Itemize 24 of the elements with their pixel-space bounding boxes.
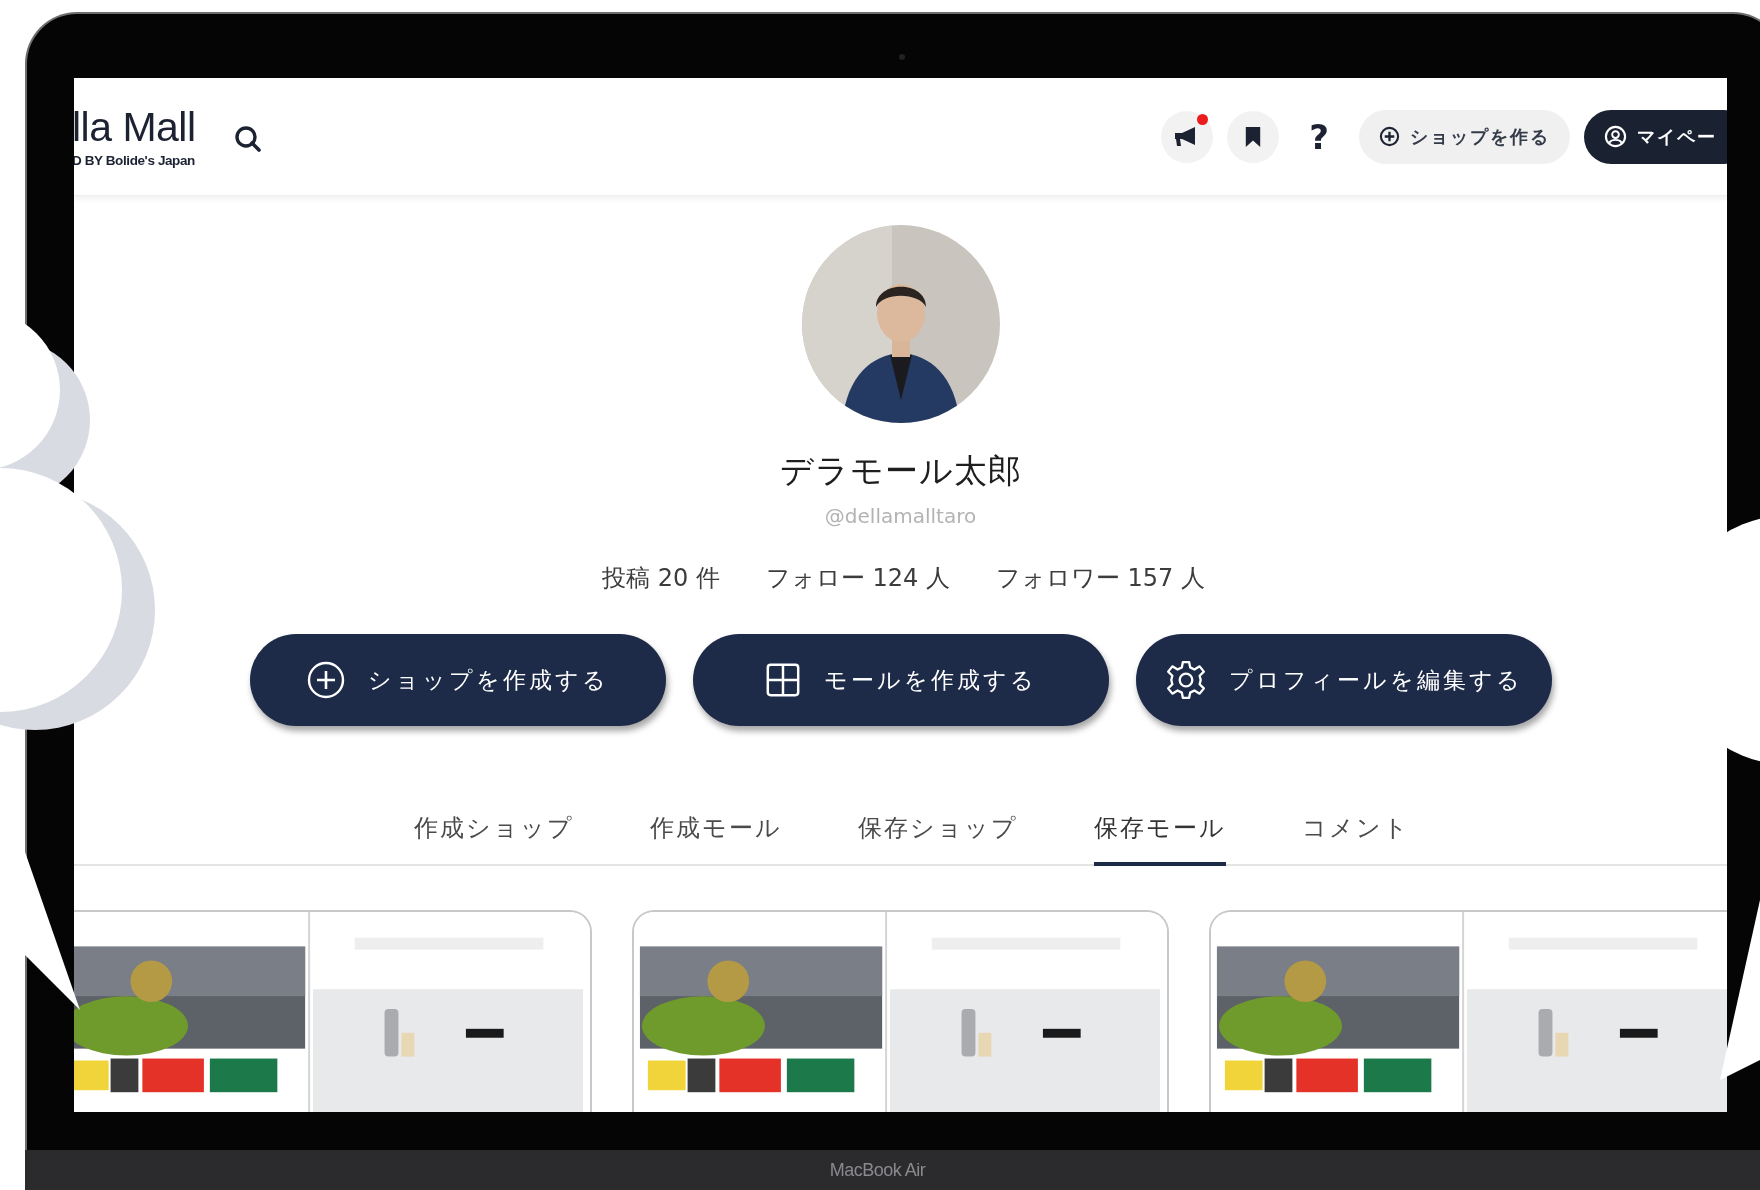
my-page-button[interactable]: マイペー	[1584, 109, 1727, 164]
create-mall-button[interactable]: モールを作成する	[692, 634, 1109, 726]
edit-profile-button[interactable]: プロフィールを編集する	[1135, 634, 1552, 726]
user-circle-icon	[1604, 125, 1627, 148]
search-icon[interactable]	[233, 124, 262, 153]
plus-circle-icon	[306, 660, 346, 700]
tab[interactable]: 作成ショップ	[413, 812, 574, 866]
profile-stat: フォロー 124 人	[765, 563, 950, 594]
profile-stat: フォロワー 157 人	[995, 563, 1205, 594]
tab[interactable]: コメント	[1301, 812, 1410, 866]
tab[interactable]: 作成モール	[649, 812, 782, 866]
profile-stat: 投稿 20 件	[602, 563, 720, 594]
create-shop-button[interactable]: ショップを作る	[1359, 109, 1570, 164]
tab[interactable]: 保存モール	[1093, 812, 1226, 866]
device-label: MacBook Air	[829, 1159, 926, 1181]
tab[interactable]: 保存ショップ	[857, 812, 1018, 866]
logo-title[interactable]: lla Mall	[74, 105, 196, 149]
settings-icon	[1164, 659, 1207, 701]
plus-circle-icon	[1379, 126, 1400, 147]
grid-icon	[764, 661, 802, 699]
profile-handle: @dellamalltaro	[824, 504, 977, 528]
profile-name: デラモール太郎	[779, 450, 1022, 492]
create-shop-button[interactable]: ショップを作成する	[249, 634, 666, 726]
bookmark-icon	[1244, 125, 1262, 148]
